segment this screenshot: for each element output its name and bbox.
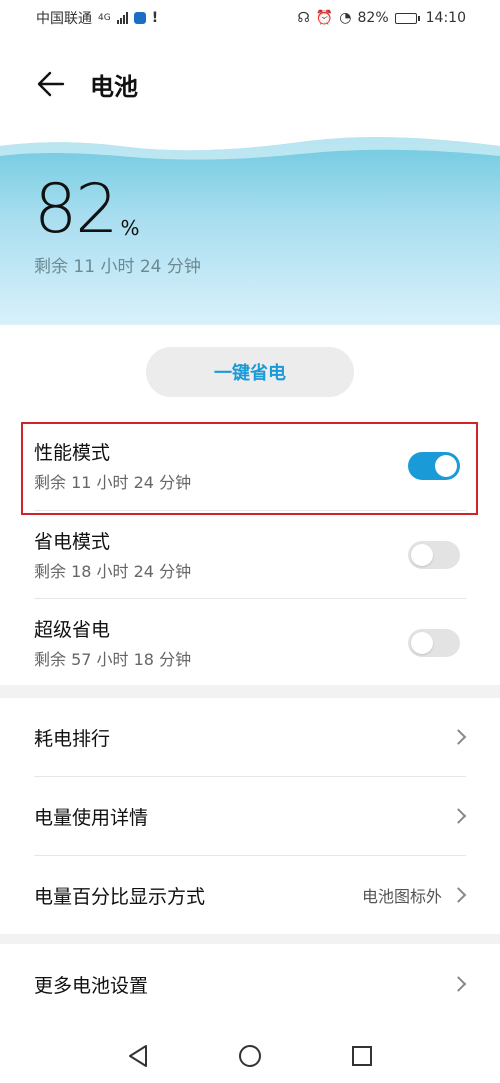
battery-percent-text: 82% — [357, 10, 389, 26]
chevron-right-icon — [450, 729, 467, 745]
headphone-icon: ☊ — [297, 10, 310, 26]
signal-icon — [116, 12, 128, 24]
percentage-display-mode-item[interactable]: 电量百分比显示方式 电池图标外 — [0, 856, 500, 934]
mode-subtitle: 剩余 18 小时 24 分钟 — [34, 562, 192, 581]
power-saving-mode-row[interactable]: 省电模式 剩余 18 小时 24 分钟 — [0, 511, 500, 599]
shield-icon — [133, 12, 146, 24]
carrier-name: 中国联通 — [36, 11, 92, 27]
power-ranking-item[interactable]: 耗电排行 — [0, 698, 500, 776]
back-triangle-icon — [129, 1044, 147, 1067]
clock: 14:10 — [425, 10, 466, 26]
network-type: 4G — [98, 12, 111, 23]
page-title: 电池 — [90, 72, 138, 101]
battery-percent-number: 82 — [34, 170, 119, 249]
nav-recents-button[interactable] — [350, 1044, 374, 1068]
status-bar-right: ☊ ⏰ ◔ 82% 14:10 — [297, 10, 466, 26]
more-settings-card: 更多电池设置 — [0, 944, 500, 1028]
power-modes-section: 一键省电 性能模式 剩余 11 小时 24 分钟 省电模式 剩余 18 小时 2… — [0, 325, 500, 685]
power-usage-details-item[interactable]: 电量使用详情 — [0, 777, 500, 855]
battery-icon — [394, 12, 420, 24]
list-item-label: 电量百分比显示方式 — [34, 885, 206, 908]
list-item-value: 电池图标外 — [361, 887, 442, 906]
ultra-saving-mode-row[interactable]: 超级省电 剩余 57 小时 18 分钟 — [0, 599, 500, 687]
list-item-label: 更多电池设置 — [34, 974, 149, 997]
status-bar: 中国联通 4G ! ☊ ⏰ ◔ 82% 14:10 — [0, 0, 500, 36]
navigation-bar — [0, 1028, 500, 1083]
recents-square-icon — [352, 1045, 372, 1066]
alarm-icon: ⏰ — [315, 10, 334, 26]
status-bar-left: 中国联通 4G ! — [36, 8, 158, 28]
list-item-label: 电量使用详情 — [34, 806, 149, 829]
back-button[interactable] — [34, 67, 68, 101]
more-battery-settings-item[interactable]: 更多电池设置 — [0, 944, 500, 1024]
chevron-right-icon — [450, 887, 467, 903]
nav-home-button[interactable] — [238, 1044, 262, 1068]
speed-icon: ◔ — [339, 10, 352, 26]
list-item-label: 耗电排行 — [34, 727, 111, 750]
chevron-right-icon — [450, 808, 467, 824]
mode-title: 超级省电 — [34, 619, 111, 641]
one-key-save-button[interactable]: 一键省电 — [146, 347, 354, 397]
mode-subtitle: 剩余 57 小时 18 分钟 — [34, 650, 192, 669]
battery-hero: 82 % 剩余 11 小时 24 分钟 — [0, 132, 500, 325]
power-saving-mode-toggle[interactable] — [408, 541, 460, 569]
battery-settings-list: 耗电排行 电量使用详情 电量百分比显示方式 电池图标外 — [0, 698, 500, 934]
nav-back-button[interactable] — [126, 1044, 150, 1068]
highlight-box — [21, 422, 478, 515]
home-circle-icon — [239, 1044, 261, 1067]
mode-title: 省电模式 — [34, 531, 111, 553]
arrow-left-icon — [37, 71, 65, 97]
ultra-saving-mode-toggle[interactable] — [408, 629, 460, 657]
wave-decoration — [0, 132, 500, 160]
battery-percentage: 82 % — [34, 176, 140, 244]
alert-icon: ! — [151, 10, 159, 26]
app-header: 电池 — [0, 36, 500, 132]
remaining-time: 剩余 11 小时 24 分钟 — [34, 257, 201, 277]
chevron-right-icon — [450, 976, 467, 992]
battery-percent-sign: % — [120, 216, 140, 240]
